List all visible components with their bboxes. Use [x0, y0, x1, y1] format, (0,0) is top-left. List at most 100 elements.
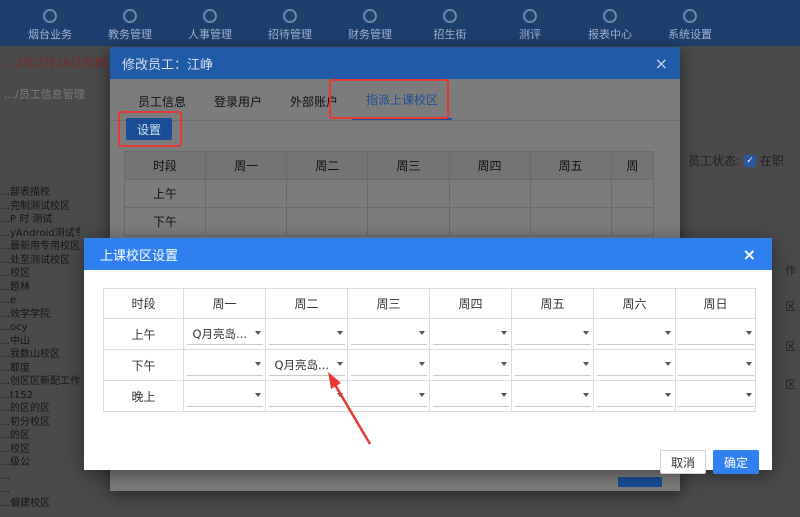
nav-icon — [283, 9, 297, 23]
caret-down-icon — [336, 393, 343, 397]
campus-select[interactable] — [186, 385, 263, 407]
tree-item[interactable]: …初分校区 — [0, 416, 80, 430]
tree-item[interactable]: …偏建校区 — [0, 497, 80, 511]
tree-item[interactable]: …都度 — [0, 362, 80, 376]
tree-item[interactable]: …部表描校 — [0, 186, 80, 200]
tree-item[interactable]: … — [0, 470, 80, 484]
campus-settings-dialog: 上课校区设置 × 时段 周一 周二 周三 周四 周五 周六 周日 上午 Q月亮岛… — [84, 238, 772, 474]
campus-select[interactable] — [514, 354, 591, 376]
campus-select[interactable]: Q月亮岛... — [268, 354, 345, 376]
column-header: 周二 — [286, 151, 369, 180]
table-row: 晚上 — [103, 380, 756, 412]
right-column-label: 区 — [785, 340, 796, 353]
nav-item[interactable]: 招生街 — [410, 0, 490, 46]
status-checkbox[interactable]: ✓ — [744, 154, 757, 167]
highlight-box — [329, 79, 449, 119]
nav-item[interactable]: 人事管理 — [170, 0, 250, 46]
campus-select[interactable] — [677, 385, 754, 407]
highlight-box — [118, 111, 182, 147]
column-header: 周二 — [265, 288, 348, 319]
tree-item[interactable]: …t152 — [0, 389, 80, 403]
tree-item[interactable]: … — [0, 483, 80, 497]
caret-down-icon — [745, 362, 752, 366]
campus-select[interactable] — [514, 323, 591, 345]
tree-item[interactable]: …处至测试校区 — [0, 254, 80, 268]
table-row: 上午 Q月亮岛... — [103, 318, 756, 350]
nav-icon — [203, 9, 217, 23]
cancel-button[interactable]: 取消 — [660, 450, 706, 474]
nav-item[interactable]: 测评 — [490, 0, 570, 46]
campus-select[interactable] — [268, 385, 345, 407]
tree-item[interactable]: …创区区新配工作区 — [0, 375, 80, 389]
campus-select[interactable] — [596, 354, 673, 376]
tree-item[interactable]: …的区的区 — [0, 402, 80, 416]
tree-item[interactable]: …我数山校区 — [0, 348, 80, 362]
employee-status: 员工状态: ✓ 在职 — [688, 152, 784, 169]
nav-item[interactable]: 教务管理 — [90, 0, 170, 46]
tree-item[interactable]: …中山 — [0, 335, 80, 349]
nav-icon — [523, 9, 537, 23]
caret-down-icon — [664, 393, 671, 397]
caret-down-icon — [254, 362, 261, 366]
column-header: 周三 — [367, 151, 450, 180]
nav-icon — [603, 9, 617, 23]
dialog-footer: 取消 确定 — [84, 434, 772, 474]
confirm-button[interactable]: 确定 — [713, 450, 759, 474]
tree-item[interactable]: …yAndroid测试专区 — [0, 227, 80, 241]
campus-tree: …部表描校 …完制测试校区 …P 时 测试 …yAndroid测试专区 …最新用… — [0, 186, 80, 510]
campus-select[interactable] — [596, 385, 673, 407]
nav-item[interactable]: 财务管理 — [330, 0, 410, 46]
tree-item[interactable]: …最新用专用校区 — [0, 240, 80, 254]
campus-select[interactable] — [350, 354, 427, 376]
tree-item[interactable]: …级公 — [0, 456, 80, 470]
nav-item[interactable]: 系统设置 — [650, 0, 730, 46]
confirm-button[interactable] — [618, 477, 662, 487]
nav-item[interactable]: 报表中心 — [570, 0, 650, 46]
nav-icon — [43, 9, 57, 23]
tree-item[interactable]: …校区 — [0, 443, 80, 457]
campus-select[interactable] — [268, 323, 345, 345]
campus-select[interactable] — [677, 354, 754, 376]
caret-down-icon — [582, 393, 589, 397]
campus-select[interactable] — [432, 385, 509, 407]
period-cell: 上午 — [123, 179, 207, 208]
campus-select[interactable] — [350, 385, 427, 407]
caret-down-icon — [745, 331, 752, 335]
tree-item[interactable]: …ocy — [0, 321, 80, 335]
dialog-title: 上课校区设置 — [100, 248, 179, 264]
tree-item[interactable]: …效学学院 — [0, 308, 80, 322]
tree-item[interactable]: …P 时 测试 — [0, 213, 80, 227]
status-value: 在职 — [760, 154, 785, 168]
tree-item[interactable]: …完制测试校区 — [0, 200, 80, 214]
caret-down-icon — [745, 393, 752, 397]
campus-select[interactable]: Q月亮岛... — [186, 323, 263, 345]
period-cell: 晚上 — [103, 380, 184, 412]
campus-select[interactable] — [186, 354, 263, 376]
close-icon[interactable]: × — [743, 245, 756, 264]
breadcrumb: …/员工信息管理 — [4, 88, 85, 101]
tree-item[interactable]: …e — [0, 294, 80, 308]
caret-down-icon — [500, 393, 507, 397]
campus-select[interactable] — [432, 354, 509, 376]
campus-select[interactable] — [350, 323, 427, 345]
tree-item[interactable]: …题林 — [0, 281, 80, 295]
nav-icon — [363, 9, 377, 23]
campus-select[interactable] — [514, 385, 591, 407]
caret-down-icon — [336, 331, 343, 335]
column-header: 周五 — [529, 151, 612, 180]
campus-select[interactable] — [677, 323, 754, 345]
tab-login-user[interactable]: 登录用户 — [200, 93, 276, 120]
close-icon[interactable]: × — [655, 54, 668, 73]
tree-item[interactable]: …的区 — [0, 429, 80, 443]
dialog-header: 上课校区设置 × — [84, 238, 772, 270]
caret-down-icon — [500, 331, 507, 335]
nav-item[interactable]: 招待管理 — [250, 0, 330, 46]
tree-item[interactable]: …校区 — [0, 267, 80, 281]
campus-select[interactable] — [596, 323, 673, 345]
column-header: 周一 — [183, 288, 266, 319]
column-header: 周三 — [347, 288, 430, 319]
nav-item[interactable]: 烟台业务 — [10, 0, 90, 46]
campus-select[interactable] — [432, 323, 509, 345]
campus-grid: 时段 周一 周二 周三 周四 周五 周六 周日 上午 Q月亮岛... 下午 Q月… — [103, 288, 756, 412]
top-nav: 烟台业务 教务管理 人事管理 招待管理 财务管理 招生街 测评 报表中心 系统设… — [0, 0, 800, 46]
